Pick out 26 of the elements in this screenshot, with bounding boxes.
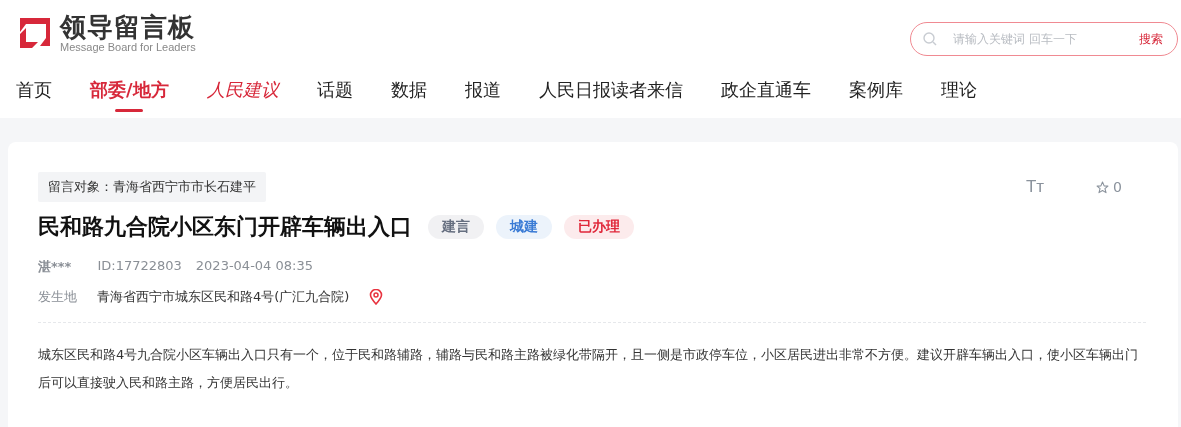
nav-tab[interactable]: 人民日报读者来信 [538, 68, 683, 108]
category-tag: 建言 [428, 215, 484, 239]
logo-title: 领导留言板 [60, 13, 196, 41]
nav-tab[interactable]: 理论 [940, 68, 977, 108]
message-id: ID:17722803 [97, 258, 182, 275]
nav-tab[interactable]: 人民建议 [206, 68, 279, 108]
location-label: 发生地 [38, 288, 77, 306]
search-button[interactable]: 搜索 [1139, 30, 1163, 48]
search-icon [923, 32, 937, 46]
message-title: 民和路九合院小区东门开辟车辆出入口 [38, 213, 412, 241]
star-icon [1096, 180, 1110, 194]
nav-tab[interactable]: 政企直通车 [720, 68, 811, 108]
category-tag: 已办理 [564, 215, 634, 239]
location-pin-icon[interactable] [369, 289, 384, 305]
author-name: 湛*** [38, 258, 72, 276]
nav-tab[interactable]: 案例库 [848, 68, 903, 108]
category-tag: 城建 [496, 215, 552, 239]
logo-subtitle: Message Board for Leaders [60, 41, 196, 53]
post-time: 2023-04-04 08:35 [195, 258, 313, 275]
message-body: 城东区民和路4号九合院小区车辆出入口只有一个，位于民和路辅路，辅路与民和路主路被绿化带隔开，且一侧是市政停车位，小区居民进出非常不方便。建议开辟车辆出入口，使小区车辆出门后可以直接驶入民和路主路，方便居民出行。 [38, 346, 1140, 392]
nav-tab[interactable]: 数据 [390, 68, 427, 108]
nav-tab[interactable]: 话题 [316, 68, 353, 108]
nav-tab[interactable]: 首页 [16, 68, 52, 108]
nav-tab[interactable]: 报道 [464, 68, 501, 108]
recipient-label: 留言对象：青海省西宁市市长石建平 [38, 172, 266, 202]
location-text: 青海省西宁市城东区民和路4号(广汇九合院) [97, 288, 350, 306]
